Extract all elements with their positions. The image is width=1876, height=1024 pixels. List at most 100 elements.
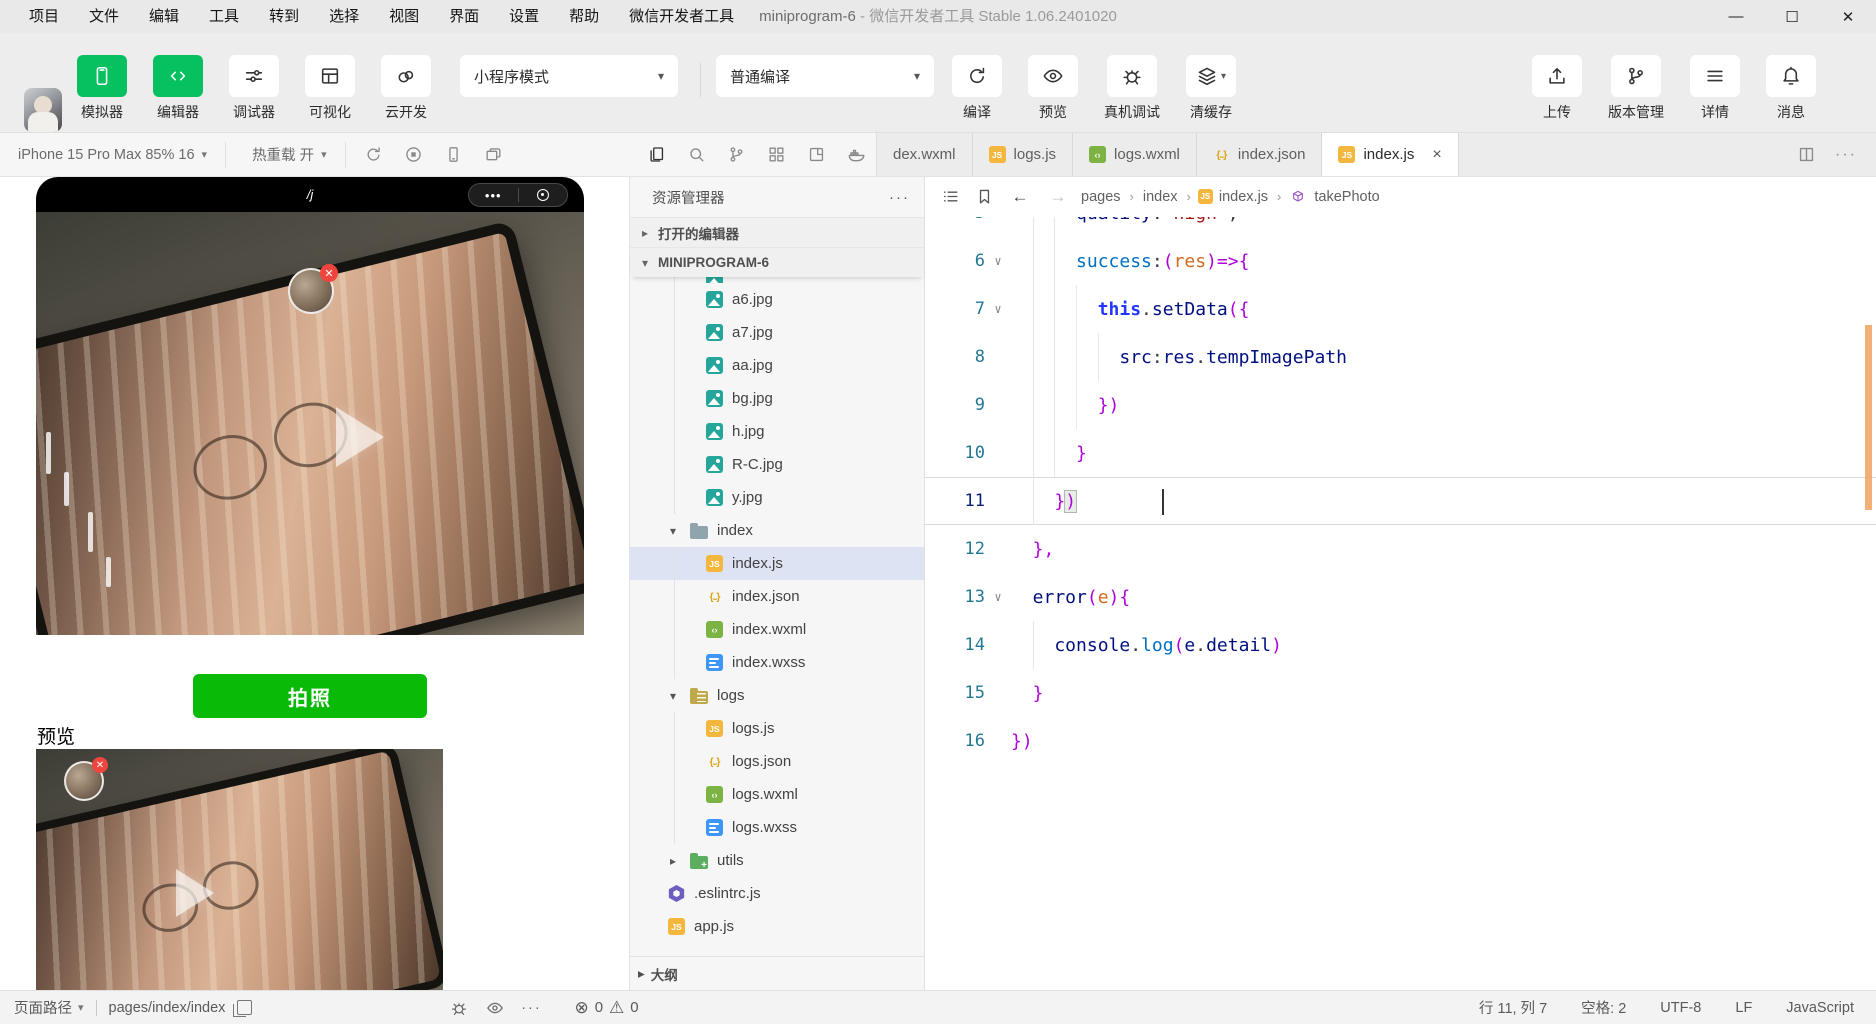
screen-record-icon[interactable] (394, 145, 434, 164)
breadcrumb-pages[interactable]: pages (1079, 189, 1123, 205)
home-icon[interactable] (519, 189, 568, 201)
forward-icon[interactable]: → (1041, 187, 1075, 207)
tree-file-a6.jpg[interactable]: a6.jpg (630, 283, 924, 316)
menu-item-0[interactable]: 项目 (14, 0, 74, 33)
tab-logs.wxml[interactable]: ‹› logs.wxml (1073, 133, 1197, 176)
panel-button-3[interactable]: 可视化 (305, 33, 355, 122)
more-icon[interactable]: ··· (1828, 146, 1864, 164)
more-icon[interactable]: ··· (514, 1000, 548, 1016)
search-icon[interactable] (676, 145, 716, 164)
files-explorer-icon[interactable] (636, 145, 676, 164)
indentation[interactable]: 空格: 2 (1581, 997, 1626, 1018)
problem-counts[interactable]: ⊗ 0 ⚠ 0 (574, 998, 638, 1018)
code-area[interactable]: 5quality:'high',6∨success:(res)=>{7∨this… (925, 217, 1876, 990)
outline-section[interactable]: ▸ 大纲 (630, 956, 924, 990)
tree-file-h.jpg[interactable]: h.jpg (630, 415, 924, 448)
minimize-button[interactable]: — (1708, 0, 1764, 33)
device-select[interactable]: iPhone 15 Pro Max 85% 16 ▾ (0, 147, 217, 163)
capsule-menu[interactable]: ••• (468, 183, 568, 207)
action-button-0[interactable]: 编译 (952, 33, 1002, 122)
panel-button-2[interactable]: 调试器 (229, 33, 279, 122)
menu-item-9[interactable]: 帮助 (554, 0, 614, 33)
page-path-label[interactable]: 页面路径 (14, 997, 72, 1018)
code-line-12[interactable]: 12}, (925, 525, 1876, 573)
tree-file-aa.jpg[interactable]: aa.jpg (630, 349, 924, 382)
code-line-14[interactable]: 14 console. log(e. detail) (925, 621, 1876, 669)
close-button[interactable]: ✕ (1820, 0, 1876, 33)
npm-build-icon[interactable] (796, 145, 836, 164)
tree-file-logs.js[interactable]: JS logs.js (630, 712, 924, 745)
menu-item-8[interactable]: 设置 (494, 0, 554, 33)
close-icon[interactable]: × (1432, 146, 1441, 164)
right-action-button-2[interactable]: 详情 (1690, 33, 1740, 122)
remove-avatar-icon[interactable]: ✕ (320, 264, 338, 282)
multi-window-icon[interactable] (474, 145, 514, 164)
menu-item-10[interactable]: 微信开发者工具 (614, 0, 749, 33)
action-button-1[interactable]: 预览 (1028, 33, 1078, 122)
tree-file-index.js[interactable]: JS index.js (630, 547, 924, 580)
maximize-button[interactable]: ☐ (1764, 0, 1820, 33)
split-editor-icon[interactable] (1788, 145, 1824, 164)
cursor-position[interactable]: 行 11, 列 7 (1479, 997, 1547, 1018)
tree-file-bg.jpg[interactable]: bg.jpg (630, 382, 924, 415)
eol[interactable]: LF (1735, 1000, 1752, 1016)
tree-folder-utils[interactable]: ▸ utils (630, 844, 924, 877)
take-photo-button[interactable]: 拍照 (193, 674, 427, 718)
more-icon[interactable]: ••• (469, 188, 518, 203)
bookmark-icon[interactable] (969, 187, 999, 206)
language-mode[interactable]: JavaScript (1786, 1000, 1854, 1016)
open-editors-section[interactable]: ▸ 打开的编辑器 (630, 217, 924, 247)
fold-icon[interactable]: ∨ (985, 302, 1011, 316)
explorer-more-icon[interactable]: ··· (889, 189, 910, 206)
tree-folder-index[interactable]: ▾ index (630, 514, 924, 547)
mode-select[interactable]: 小程序模式 ▾ (460, 55, 678, 97)
action-button-2[interactable]: 真机调试 (1104, 33, 1160, 122)
breadcrumb-symbol[interactable]: takePhoto (1312, 189, 1381, 205)
tree-file-.eslintrc.js[interactable]: .eslintrc.js (630, 877, 924, 910)
tree-file-index.wxml[interactable]: ‹› index.wxml (630, 613, 924, 646)
code-line-8[interactable]: 8 src: res. tempImagePath (925, 333, 1876, 381)
menu-item-4[interactable]: 转到 (254, 0, 314, 33)
tree-file-R-C.jpg[interactable]: R-C.jpg (630, 448, 924, 481)
fold-icon[interactable]: ∨ (985, 590, 1011, 604)
tree-folder-logs[interactable]: ▾ logs (630, 679, 924, 712)
action-button-3[interactable]: ▾ 清缓存 (1186, 33, 1236, 122)
panel-button-4[interactable]: 云开发 (381, 33, 431, 122)
code-line-15[interactable]: 15} (925, 669, 1876, 717)
back-icon[interactable]: ← (1003, 187, 1037, 207)
fold-icon[interactable]: ∨ (985, 254, 1011, 268)
vconsole-bug-icon[interactable] (442, 999, 476, 1017)
menu-item-1[interactable]: 文件 (74, 0, 134, 33)
tree-file-index.wxss[interactable]: index.wxss (630, 646, 924, 679)
tab-index.json[interactable]: {..} index.json (1196, 133, 1323, 176)
menu-item-5[interactable]: 选择 (314, 0, 374, 33)
panel-button-1[interactable]: 编辑器 (153, 33, 203, 122)
compile-mode-select[interactable]: 普通编译 ▾ (716, 55, 934, 97)
encoding[interactable]: UTF-8 (1660, 1000, 1701, 1016)
draggable-avatar[interactable]: ✕ (288, 264, 338, 314)
menu-item-6[interactable]: 视图 (374, 0, 434, 33)
tree-file-logs.json[interactable]: {..} logs.json (630, 745, 924, 778)
avatar[interactable] (24, 88, 62, 132)
code-line-9[interactable]: 9}) (925, 381, 1876, 429)
code-line-5[interactable]: 5 quality:'high', (925, 217, 1876, 237)
docker-icon[interactable] (836, 145, 876, 164)
scrollbar-marker[interactable] (1865, 325, 1872, 510)
hot-reload-toggle[interactable]: 热重载 开 ▾ (234, 144, 337, 165)
right-action-button-0[interactable]: 上传 (1532, 33, 1582, 122)
tab-logs.js[interactable]: JS logs.js (972, 133, 1074, 176)
panel-button-0[interactable]: 模拟器 (77, 33, 127, 122)
code-line-11[interactable]: 11}) (925, 477, 1876, 525)
refresh-simulator-icon[interactable] (354, 145, 394, 164)
device-frame-icon[interactable] (434, 145, 474, 164)
tree-file-index.json[interactable]: {..} index.json (630, 580, 924, 613)
tree-file-a7.jpg[interactable]: a7.jpg (630, 316, 924, 349)
visibility-icon[interactable] (478, 999, 512, 1017)
tab-index.js[interactable]: JS index.js × (1322, 133, 1459, 176)
play-icon[interactable] (336, 407, 384, 467)
tree-file-logs.wxml[interactable]: ‹› logs.wxml (630, 778, 924, 811)
right-action-button-1[interactable]: 版本管理 (1608, 33, 1664, 122)
breadcrumb-index[interactable]: index (1141, 189, 1180, 205)
code-line-10[interactable]: 10} (925, 429, 1876, 477)
breadcrumb-file[interactable]: index.js (1217, 189, 1270, 205)
